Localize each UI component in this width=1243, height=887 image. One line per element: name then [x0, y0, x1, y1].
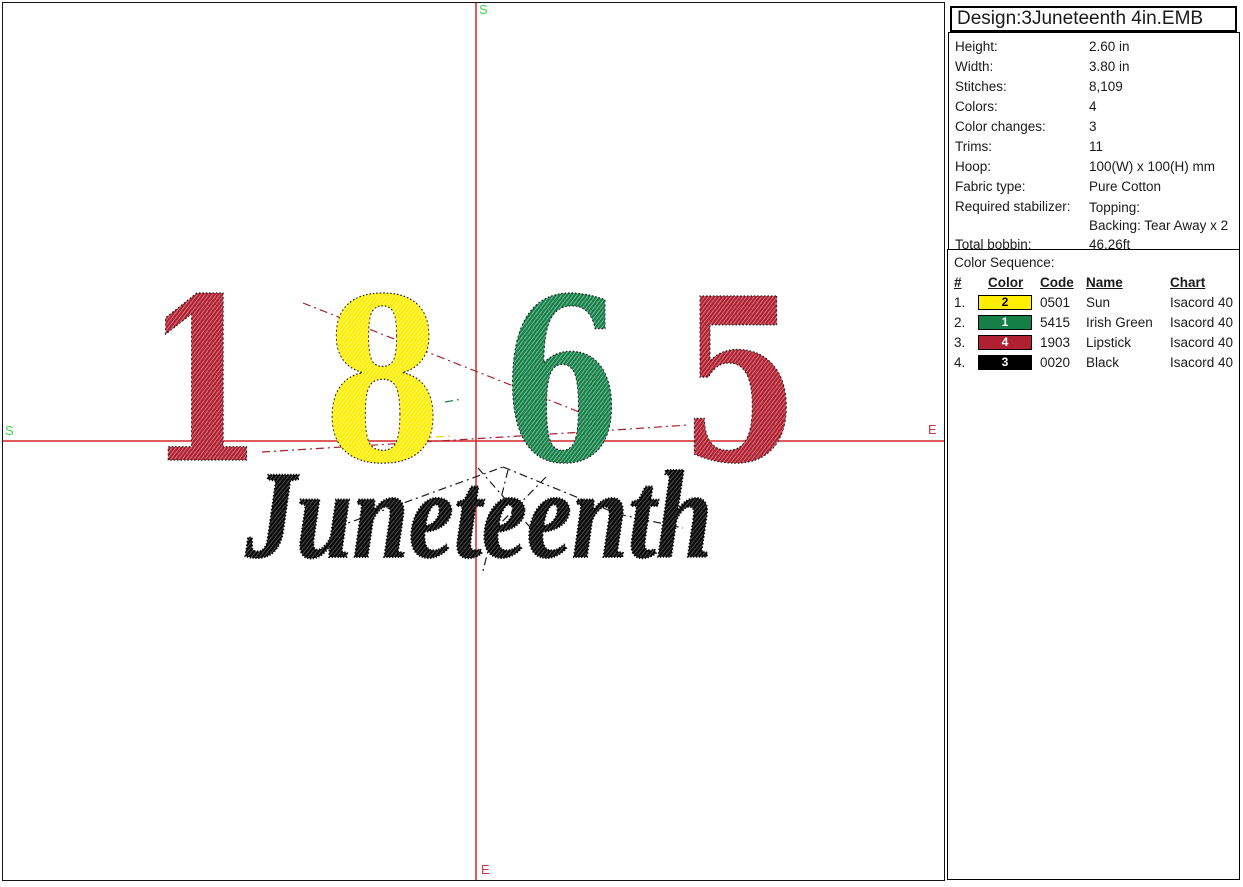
row-index: 2. [954, 315, 978, 330]
color-sequence-heading: Color Sequence: [954, 253, 1235, 272]
info-value: 4 [1089, 97, 1097, 117]
embroidery-design[interactable]: 1 8 6 5 Juneteenth [145, 249, 800, 584]
info-label: Height: [955, 37, 1089, 57]
color-sequence-panel: Color Sequence: # Color Code Name Chart … [947, 249, 1240, 880]
thread-name: Sun [1086, 295, 1170, 310]
info-row-stitches: Stitches: 8,109 [955, 77, 1235, 97]
swatch-number: 3 [1002, 355, 1009, 369]
color-sequence-row-1: 1. 2 0501 Sun Isacord 40 [954, 292, 1235, 312]
thread-chart: Isacord 40 [1170, 315, 1235, 330]
swatch-number: 2 [1002, 295, 1009, 309]
info-value: 2.60 in [1089, 37, 1130, 57]
info-row-hoop: Hoop: 100(W) x 100(H) mm [955, 157, 1235, 177]
thread-chart: Isacord 40 [1170, 295, 1235, 310]
canvas-overlay: 1 8 6 5 Juneteenth [0, 0, 946, 887]
swatch-number: 4 [1002, 335, 1009, 349]
col-header-name: Name [1086, 275, 1170, 290]
thread-name: Black [1086, 355, 1170, 370]
thread-color-swatch[interactable]: 3 [978, 355, 1032, 370]
end-marker-right: E [928, 423, 937, 436]
thread-code: 0020 [1040, 355, 1086, 370]
thread-code: 1903 [1040, 335, 1086, 350]
start-marker-left: S [5, 424, 14, 437]
info-row-color-changes: Color changes: 3 [955, 117, 1235, 137]
thread-code: 0501 [1040, 295, 1086, 310]
info-label: Hoop: [955, 157, 1089, 177]
info-value: Pure Cotton [1089, 177, 1161, 197]
info-label: Fabric type: [955, 177, 1089, 197]
info-value: 11 [1089, 137, 1103, 157]
thread-color-swatch[interactable]: 4 [978, 335, 1032, 350]
swatch-number: 1 [1002, 315, 1009, 329]
color-sequence-row-4: 4. 3 0020 Black Isacord 40 [954, 352, 1235, 372]
thread-color-swatch[interactable]: 1 [978, 315, 1032, 330]
col-header-number: # [954, 275, 978, 290]
col-header-chart: Chart [1170, 275, 1235, 290]
row-index: 3. [954, 335, 978, 350]
info-row-height: Height: 2.60 in [955, 37, 1235, 57]
info-value: 3.80 in [1089, 57, 1130, 77]
design-title: Design:3Juneteenth 4in.EMB [950, 6, 1237, 32]
row-index: 1. [954, 295, 978, 310]
info-value: 100(W) x 100(H) mm [1089, 157, 1215, 177]
thread-name: Irish Green [1086, 315, 1170, 330]
info-row-width: Width: 3.80 in [955, 57, 1235, 77]
info-row-fabric-type: Fabric type: Pure Cotton [955, 177, 1235, 197]
thread-chart: Isacord 40 [1170, 335, 1235, 350]
info-row-stabilizer: Required stabilizer: Topping: Backing: T… [955, 197, 1235, 235]
row-index: 4. [954, 355, 978, 370]
col-header-color: Color [978, 275, 1023, 290]
color-sequence-row-3: 3. 4 1903 Lipstick Isacord 40 [954, 332, 1235, 352]
color-sequence-row-2: 2. 1 5415 Irish Green Isacord 40 [954, 312, 1235, 332]
info-label: Width: [955, 57, 1089, 77]
info-value: 3 [1089, 117, 1097, 137]
info-label: Color changes: [955, 117, 1089, 137]
info-label: Required stabilizer: [955, 197, 1089, 235]
info-row-colors: Colors: 4 [955, 97, 1235, 117]
info-value: Topping: Backing: Tear Away x 2 [1089, 197, 1228, 235]
thread-name: Lipstick [1086, 335, 1170, 350]
embroidery-app-window: 1 8 6 5 Juneteenth S S E E Design:3Junet… [0, 0, 1243, 887]
info-label: Trims: [955, 137, 1089, 157]
info-label: Stitches: [955, 77, 1089, 97]
design-word-juneteenth: Juneteenth [245, 446, 713, 584]
thread-color-swatch[interactable]: 2 [978, 295, 1032, 310]
info-row-trims: Trims: 11 [955, 137, 1235, 157]
info-value: 8,109 [1089, 77, 1123, 97]
end-marker-bottom: E [481, 863, 490, 876]
start-marker-top: S [479, 3, 488, 16]
thread-chart: Isacord 40 [1170, 355, 1235, 370]
thread-code: 5415 [1040, 315, 1086, 330]
color-sequence-header-row: # Color Code Name Chart [954, 272, 1235, 292]
col-header-code: Code [1040, 275, 1086, 290]
design-info-panel: Height: 2.60 in Width: 3.80 in Stitches:… [948, 32, 1240, 258]
info-label: Colors: [955, 97, 1089, 117]
